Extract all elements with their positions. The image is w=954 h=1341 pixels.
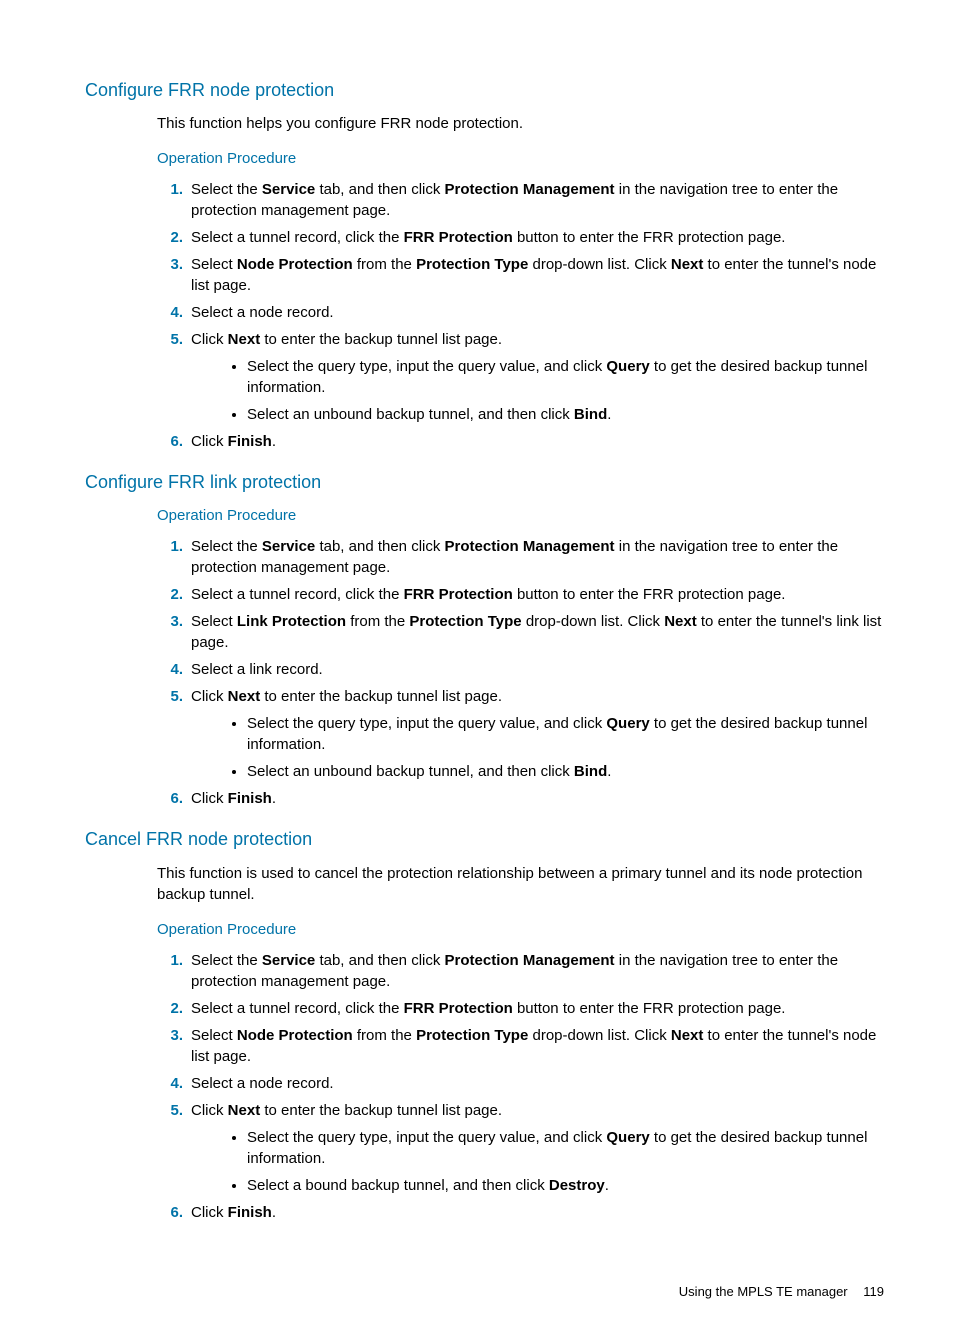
step-item: Click Next to enter the backup tunnel li… [187,1100,884,1196]
bullet-item: Select an unbound backup tunnel, and the… [247,404,884,425]
sub-bullets: Select the query type, input the query v… [227,356,884,425]
procedure-heading: Operation Procedure [157,505,884,526]
step-item: Click Finish. [187,431,884,452]
step-item: Click Next to enter the backup tunnel li… [187,686,884,782]
step-item: Select Node Protection from the Protecti… [187,1025,884,1067]
procedure-steps: Select the Service tab, and then click P… [157,536,884,809]
step-item: Select a node record. [187,302,884,323]
section-heading: Configure FRR link protection [85,470,884,495]
bullet-item: Select a bound backup tunnel, and then c… [247,1175,884,1196]
step-item: Select a tunnel record, click the FRR Pr… [187,584,884,605]
step-item: Select a link record. [187,659,884,680]
page-number: 119 [863,1284,884,1299]
section-heading: Configure FRR node protection [85,78,884,103]
step-item: Click Finish. [187,1202,884,1223]
procedure-heading: Operation Procedure [157,919,884,940]
page-content: Configure FRR node protection This functi… [85,78,884,1223]
bullet-item: Select the query type, input the query v… [247,1127,884,1169]
step-item: Select the Service tab, and then click P… [187,536,884,578]
footer-text: Using the MPLS TE manager [679,1284,848,1299]
step-item: Select a node record. [187,1073,884,1094]
section-heading: Cancel FRR node protection [85,827,884,852]
bullet-item: Select the query type, input the query v… [247,713,884,755]
step-item: Click Next to enter the backup tunnel li… [187,329,884,425]
bullet-item: Select the query type, input the query v… [247,356,884,398]
page-footer: Using the MPLS TE manager 119 [85,1283,884,1301]
section-intro: This function is used to cancel the prot… [157,863,884,905]
step-item: Select a tunnel record, click the FRR Pr… [187,998,884,1019]
procedure-steps: Select the Service tab, and then click P… [157,179,884,452]
sub-bullets: Select the query type, input the query v… [227,713,884,782]
step-item: Select the Service tab, and then click P… [187,179,884,221]
procedure-heading: Operation Procedure [157,148,884,169]
step-item: Select Node Protection from the Protecti… [187,254,884,296]
sub-bullets: Select the query type, input the query v… [227,1127,884,1196]
step-item: Select the Service tab, and then click P… [187,950,884,992]
procedure-steps: Select the Service tab, and then click P… [157,950,884,1223]
step-item: Select Link Protection from the Protecti… [187,611,884,653]
section-intro: This function helps you configure FRR no… [157,113,884,134]
step-item: Select a tunnel record, click the FRR Pr… [187,227,884,248]
step-item: Click Finish. [187,788,884,809]
bullet-item: Select an unbound backup tunnel, and the… [247,761,884,782]
